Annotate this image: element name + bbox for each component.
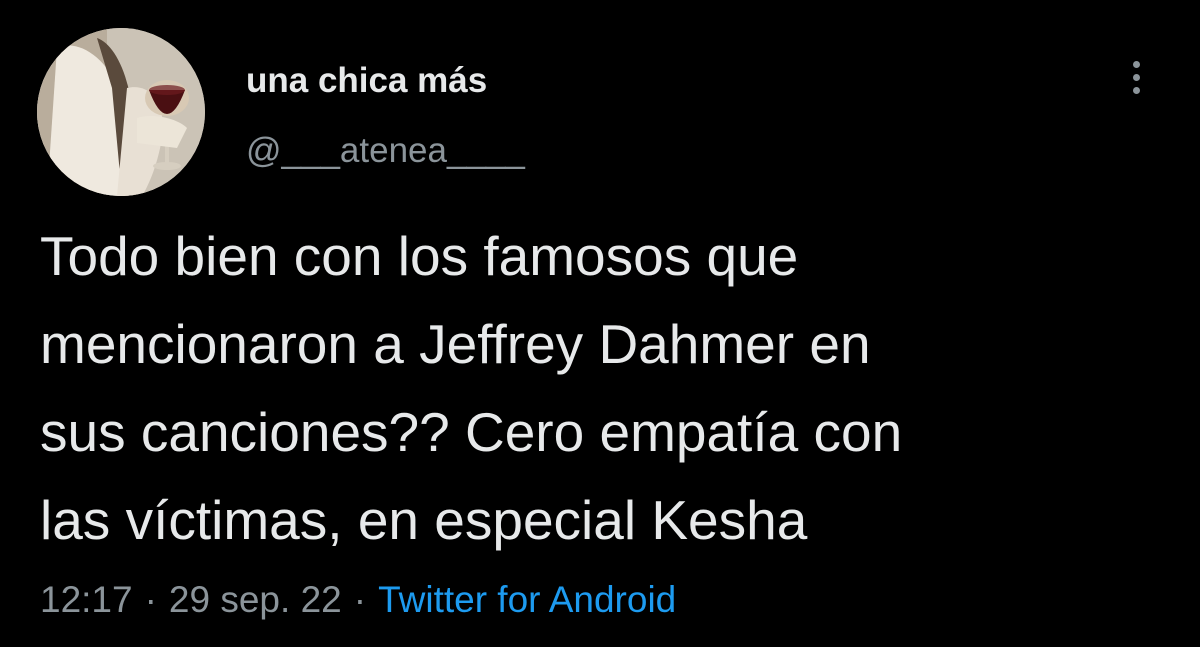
meta-separator: · bbox=[144, 579, 157, 620]
more-dot bbox=[1132, 73, 1140, 81]
tweet-metadata: 12:17 · 29 sep. 22 · Twitter for Android bbox=[40, 578, 676, 622]
more-dot bbox=[1132, 86, 1140, 94]
tweet-card: una chica más @___atenea____ Todo bien c… bbox=[0, 0, 1200, 647]
tweet-time[interactable]: 12:17 bbox=[40, 579, 133, 620]
author-handle[interactable]: @___atenea____ bbox=[246, 130, 525, 172]
tweet-text: Todo bien con los famosos que mencionaro… bbox=[40, 225, 903, 551]
meta-separator: · bbox=[353, 579, 367, 620]
more-dot bbox=[1132, 60, 1140, 68]
author-display-name[interactable]: una chica más bbox=[246, 60, 487, 102]
avatar[interactable] bbox=[37, 28, 205, 196]
more-vertical-icon[interactable] bbox=[1118, 54, 1154, 100]
tweet-date[interactable]: 29 sep. 22 bbox=[169, 579, 342, 620]
tweet-source-link[interactable]: Twitter for Android bbox=[378, 579, 676, 620]
avatar-image bbox=[37, 28, 205, 196]
